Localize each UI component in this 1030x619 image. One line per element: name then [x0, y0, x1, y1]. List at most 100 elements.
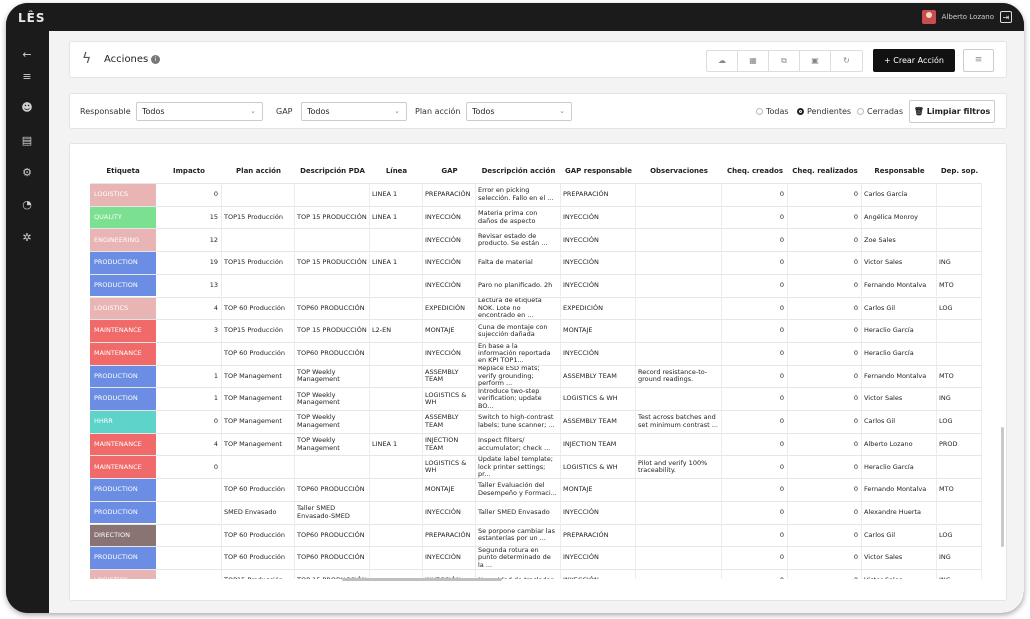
gear-icon[interactable]: ✲ [19, 231, 35, 245]
table-cell [636, 342, 722, 365]
table-cell: 0 [788, 365, 862, 388]
table-cell: INJECTION TEAM [561, 433, 636, 456]
column-header[interactable]: Línea [370, 159, 423, 183]
table-row[interactable]: PRODUCTION TOP 60 Producción TOP60 PRODUCC… [90, 546, 982, 569]
table-cell: Inspect filters/ accumulator; check ... [476, 433, 561, 456]
table-cell: 0 [722, 411, 788, 433]
tag-badge: PRODUCTION [90, 479, 156, 501]
table-row[interactable]: DIRECTION TOP 60 Producción TOP60 PRODUCCI… [90, 523, 982, 547]
column-header[interactable]: Cheq. realizados [788, 159, 862, 183]
column-header[interactable]: Descripción PDA [295, 159, 370, 183]
create-action-button[interactable]: + Crear Acción [873, 49, 955, 72]
table-cell [636, 569, 722, 579]
table-cell: 0 [788, 320, 862, 342]
table-row[interactable]: LOGISTICS 4 TOP 60 Producción TOP60 PRODUCC… [90, 296, 982, 320]
table-cell: INYECCIÓN [423, 206, 476, 229]
avatar[interactable] [921, 10, 936, 24]
radio-todas[interactable]: Todas [756, 107, 789, 116]
grid-icon[interactable]: ▦ [738, 51, 769, 71]
table-cell: EXPEDICIÓN [561, 297, 636, 320]
table-cell: ASSEMBLY TEAM [561, 365, 636, 388]
table-row[interactable]: MAINTENANCE TOP 60 Producción TOP60 PRODUC… [90, 341, 982, 365]
table-cell: TOP Weekly Management [295, 411, 370, 433]
column-header[interactable]: GAP responsable [561, 159, 636, 183]
user-name[interactable]: Alberto Lozano [942, 13, 994, 21]
responsable-select[interactable]: Todos ⌄ [136, 102, 263, 121]
column-header[interactable]: Cheq. creados [722, 159, 788, 183]
column-header[interactable]: Dep. sop. [937, 159, 982, 183]
table-cell: 4 [156, 297, 222, 320]
table-cell: Taller Evaluación del Desempeño y Formac… [476, 479, 561, 501]
table-cell [370, 411, 423, 433]
filter-icon[interactable]: ≡ [963, 49, 994, 72]
user-menu[interactable]: Alberto Lozano ⇥ [921, 10, 1012, 24]
table-cell [636, 388, 722, 410]
table-row[interactable]: QUALITY 15 TOP15 Producción TOP 15 PRODUCCI… [90, 205, 982, 229]
table-row[interactable]: LOGISTICSTOP15 ProducciónTOP 15 PRODUCCI… [90, 568, 982, 579]
gap-select[interactable]: Todos ⌄ [301, 102, 407, 121]
table-row[interactable]: LOGISTICS 0 LINEA 1 PREPARACIÓN Error en pic… [90, 183, 982, 206]
table-row[interactable]: PRODUCTION 13 INYECCIÓN Paro no planificado… [90, 273, 982, 297]
info-icon[interactable]: i [151, 55, 160, 64]
table-cell: Fernando Montalva [862, 479, 937, 501]
table-cell: 0 [788, 274, 862, 297]
export-icon[interactable]: ⧉ [769, 51, 800, 71]
trash-icon: 🗑 [913, 107, 927, 116]
column-header[interactable]: Descripción acción [476, 159, 561, 183]
table-cell: TOP15 Producción [222, 320, 295, 342]
refresh-icon[interactable]: ↻ [831, 51, 862, 71]
clear-filters-button[interactable]: 🗑 Limpiar filtros [909, 100, 995, 123]
table-cell: Taller SMED Envasado-SMED [295, 501, 370, 524]
menu-icon[interactable]: ≡ [19, 70, 35, 84]
table-cell: Carlos Gil [862, 524, 937, 547]
vertical-scrollbar[interactable] [1001, 427, 1004, 547]
horizontal-scrollbar[interactable] [342, 578, 502, 581]
tag-badge: HHRR [90, 411, 156, 433]
table-cell: 15 [156, 206, 222, 229]
table-cell [370, 456, 423, 479]
settings-circle-icon[interactable]: ⚙ [19, 166, 35, 180]
clipboard-icon[interactable]: ▤ [19, 134, 35, 148]
table-cell: LINEA 1 [370, 252, 423, 274]
table-row[interactable]: PRODUCTION TOP 60 Producción TOP60 PRODUCC… [90, 478, 982, 501]
table-row[interactable]: ENGINEERING 12 INYECCIÓN Revisar estado de … [90, 228, 982, 252]
table-cell [636, 547, 722, 569]
table-row[interactable]: MAINTENANCE 4 TOP Management TOP Weekly Man… [90, 432, 982, 456]
table-cell: Fernando Montalva [862, 274, 937, 297]
table-cell: MTO [937, 479, 982, 501]
column-header[interactable]: Plan acción [222, 159, 295, 183]
table-cell: TOP60 PRODUCCIÓN [295, 342, 370, 365]
table-cell: ASSEMBLY TEAM [423, 365, 476, 388]
table-row[interactable]: PRODUCTION 1 TOP Management TOP Weekly Mana… [90, 387, 982, 410]
table-cell: 12 [156, 229, 222, 252]
back-arrow-icon[interactable]: ← [19, 48, 35, 62]
radio-cerradas[interactable]: Cerradas [857, 107, 903, 116]
table-cell [222, 184, 295, 206]
users-icon[interactable]: ☻ [19, 101, 35, 115]
plan-select[interactable]: Todos ⌄ [466, 102, 572, 121]
column-header[interactable]: Responsable [862, 159, 937, 183]
speed-icon[interactable]: ◔ [19, 198, 35, 212]
table-cell: 0 [722, 547, 788, 569]
table-header: Etiqueta Impacto Plan acción Descripción PD… [90, 159, 982, 183]
logout-icon[interactable]: ⇥ [1000, 11, 1012, 23]
column-header[interactable]: Etiqueta [90, 159, 156, 183]
table-cell [222, 229, 295, 252]
copy-icon[interactable]: ▣ [800, 51, 831, 71]
table-row[interactable]: PRODUCTION 19 TOP15 Producción TOP 15 PRODU… [90, 251, 982, 274]
table-cell [937, 342, 982, 365]
table-cell [156, 547, 222, 569]
column-header[interactable]: Impacto [156, 159, 222, 183]
table-cell: LOGISTICS & WH [561, 456, 636, 479]
table-row[interactable]: PRODUCTION 1 TOP Management TOP Weekly Mana… [90, 364, 982, 388]
column-header[interactable]: Observaciones [636, 159, 722, 183]
table-row[interactable]: MAINTENANCE 0 LOGISTICS & WH Update label t… [90, 455, 982, 479]
radio-pendientes[interactable]: Pendientes [797, 107, 851, 116]
cloud-icon[interactable]: ☁ [707, 51, 738, 71]
table-row[interactable]: MAINTENANCE 3 TOP15 Producción TOP 15 PRODU… [90, 319, 982, 342]
table-cell: TOP Weekly Management [295, 433, 370, 456]
table-row[interactable]: HHRR 0 TOP Management TOP Weekly Management… [90, 410, 982, 433]
table-cell: 0 [156, 184, 222, 206]
table-row[interactable]: PRODUCTION SMED Envasado Taller SMED Envas… [90, 500, 982, 524]
column-header[interactable]: GAP [423, 159, 476, 183]
